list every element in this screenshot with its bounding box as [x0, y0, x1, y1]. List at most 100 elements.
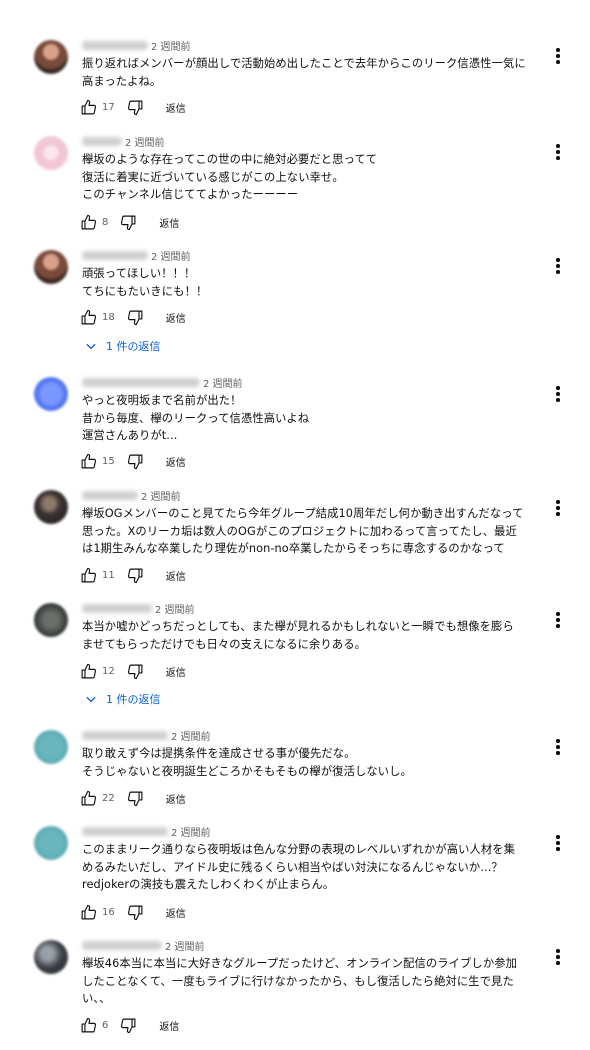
like-button[interactable]: [80, 904, 97, 921]
dislike-button[interactable]: [120, 1017, 137, 1034]
dislike-button[interactable]: [127, 790, 144, 807]
thumb-down-icon: [127, 567, 144, 584]
author-handle[interactable]: [82, 826, 168, 836]
like-button[interactable]: [80, 99, 97, 116]
thumb-up-icon: [80, 1017, 97, 1034]
like-button[interactable]: [80, 790, 97, 807]
comment-time: 2 週間前: [125, 137, 165, 149]
more-options-button[interactable]: [548, 256, 568, 276]
comment-text: 頑張ってほしい！！！ てちにもたいきにも！！: [82, 267, 208, 298]
comment-time: 2 週間前: [151, 251, 191, 263]
comment-meta: 2 週間前: [82, 823, 211, 839]
comment-time: 2 週間前: [141, 491, 181, 503]
author-handle[interactable]: [82, 136, 122, 146]
view-replies-button[interactable]: 1 件の返信: [84, 690, 161, 708]
more-options-button[interactable]: [548, 46, 568, 66]
reply-button[interactable]: 返信: [159, 215, 179, 230]
reply-button[interactable]: 返信: [166, 568, 186, 583]
comment-actions: 22 返信: [80, 789, 186, 807]
like-button[interactable]: [80, 1017, 97, 1034]
reply-button[interactable]: 返信: [166, 100, 186, 115]
more-options-button[interactable]: [548, 610, 568, 630]
comment-time: 2 週間前: [151, 41, 191, 53]
avatar[interactable]: [34, 826, 68, 860]
avatar[interactable]: [34, 377, 68, 411]
more-options-button[interactable]: [548, 142, 568, 162]
reply-button[interactable]: 返信: [166, 454, 186, 469]
like-count: 11: [102, 569, 115, 581]
avatar[interactable]: [34, 603, 68, 637]
thumb-down-icon: [127, 99, 144, 116]
thumb-up-icon: [80, 567, 97, 584]
more-vert-icon: [556, 385, 560, 403]
thumb-down-icon: [120, 1017, 137, 1034]
dislike-button[interactable]: [127, 663, 144, 680]
comment-actions: 12 返信: [80, 662, 186, 680]
author-handle[interactable]: [82, 40, 148, 50]
reply-button[interactable]: 返信: [166, 791, 186, 806]
like-count: 16: [102, 906, 115, 918]
avatar[interactable]: [34, 490, 68, 524]
reply-button[interactable]: 返信: [166, 310, 186, 325]
thumb-down-icon: [120, 214, 137, 231]
comment-actions: 17 返信: [80, 98, 186, 116]
more-options-button[interactable]: [548, 384, 568, 404]
more-options-button[interactable]: [548, 498, 568, 518]
comment-time: 2 週間前: [171, 731, 211, 743]
dislike-button[interactable]: [120, 214, 137, 231]
like-button[interactable]: [80, 663, 97, 680]
comment-text: 取り敢えず今は提携条件を達成させる事が優先だな。 そうじゃないと夜明誕生どころか…: [82, 747, 412, 778]
dislike-button[interactable]: [127, 567, 144, 584]
comment-text: 欅坂46本当に本当に大好きなグループだったけど、オンライン配信のライブしか参加 …: [82, 957, 518, 1005]
avatar[interactable]: [34, 136, 68, 170]
like-count: 17: [102, 101, 115, 113]
author-handle[interactable]: [82, 603, 152, 613]
comment-meta: 2 週間前: [82, 374, 243, 390]
thumb-up-icon: [80, 904, 97, 921]
comment-text: 欅坂OGメンバーのこと見てたら今年グループ結成10周年だし何か動き出すんだなって…: [82, 507, 524, 555]
more-vert-icon: [556, 738, 560, 756]
like-button[interactable]: [80, 214, 97, 231]
avatar[interactable]: [34, 40, 68, 74]
comment-text: やっと夜明坂まで名前が出た！ 昔から毎度、欅のリークって信憑性高いよね 運営さん…: [82, 394, 310, 442]
thumb-up-icon: [80, 790, 97, 807]
more-options-button[interactable]: [548, 833, 568, 853]
avatar[interactable]: [34, 940, 68, 974]
replies-count-label: 1 件の返信: [106, 340, 161, 353]
dislike-button[interactable]: [127, 99, 144, 116]
dislike-button[interactable]: [127, 904, 144, 921]
author-handle[interactable]: [82, 250, 148, 260]
comment-meta: 2 週間前: [82, 600, 195, 616]
thumb-up-icon: [80, 99, 97, 116]
more-vert-icon: [556, 948, 560, 966]
like-button[interactable]: [80, 453, 97, 470]
like-button[interactable]: [80, 567, 97, 584]
author-handle[interactable]: [82, 940, 162, 950]
author-handle[interactable]: [82, 730, 168, 740]
reply-button[interactable]: 返信: [166, 664, 186, 679]
more-options-button[interactable]: [548, 947, 568, 967]
more-vert-icon: [556, 257, 560, 275]
chevron-down-icon: [84, 692, 106, 706]
like-count: 22: [102, 792, 115, 804]
author-handle[interactable]: [82, 377, 200, 387]
view-replies-button[interactable]: 1 件の返信: [84, 337, 161, 355]
dislike-button[interactable]: [127, 309, 144, 326]
comment-text: このままリーク通りなら夜明坂は色んな分野の表現のレベルいずれかが高い人材を集 め…: [82, 843, 516, 891]
more-vert-icon: [556, 143, 560, 161]
like-button[interactable]: [80, 309, 97, 326]
comment-meta: 2 週間前: [82, 133, 165, 149]
comment-text: 本当か嘘かどっちだっとしても、また欅が見れるかもしれないと一瞬でも想像を膨ら ま…: [82, 620, 514, 651]
thumb-down-icon: [127, 904, 144, 921]
comment-time: 2 週間前: [203, 378, 243, 390]
reply-button[interactable]: 返信: [166, 905, 186, 920]
reply-button[interactable]: 返信: [159, 1018, 179, 1033]
avatar[interactable]: [34, 730, 68, 764]
dislike-button[interactable]: [127, 453, 144, 470]
avatar[interactable]: [34, 250, 68, 284]
author-handle[interactable]: [82, 490, 138, 500]
thumb-up-icon: [80, 453, 97, 470]
more-options-button[interactable]: [548, 737, 568, 757]
replies-count-label: 1 件の返信: [106, 693, 161, 706]
comment-actions: 11 返信: [80, 566, 186, 584]
